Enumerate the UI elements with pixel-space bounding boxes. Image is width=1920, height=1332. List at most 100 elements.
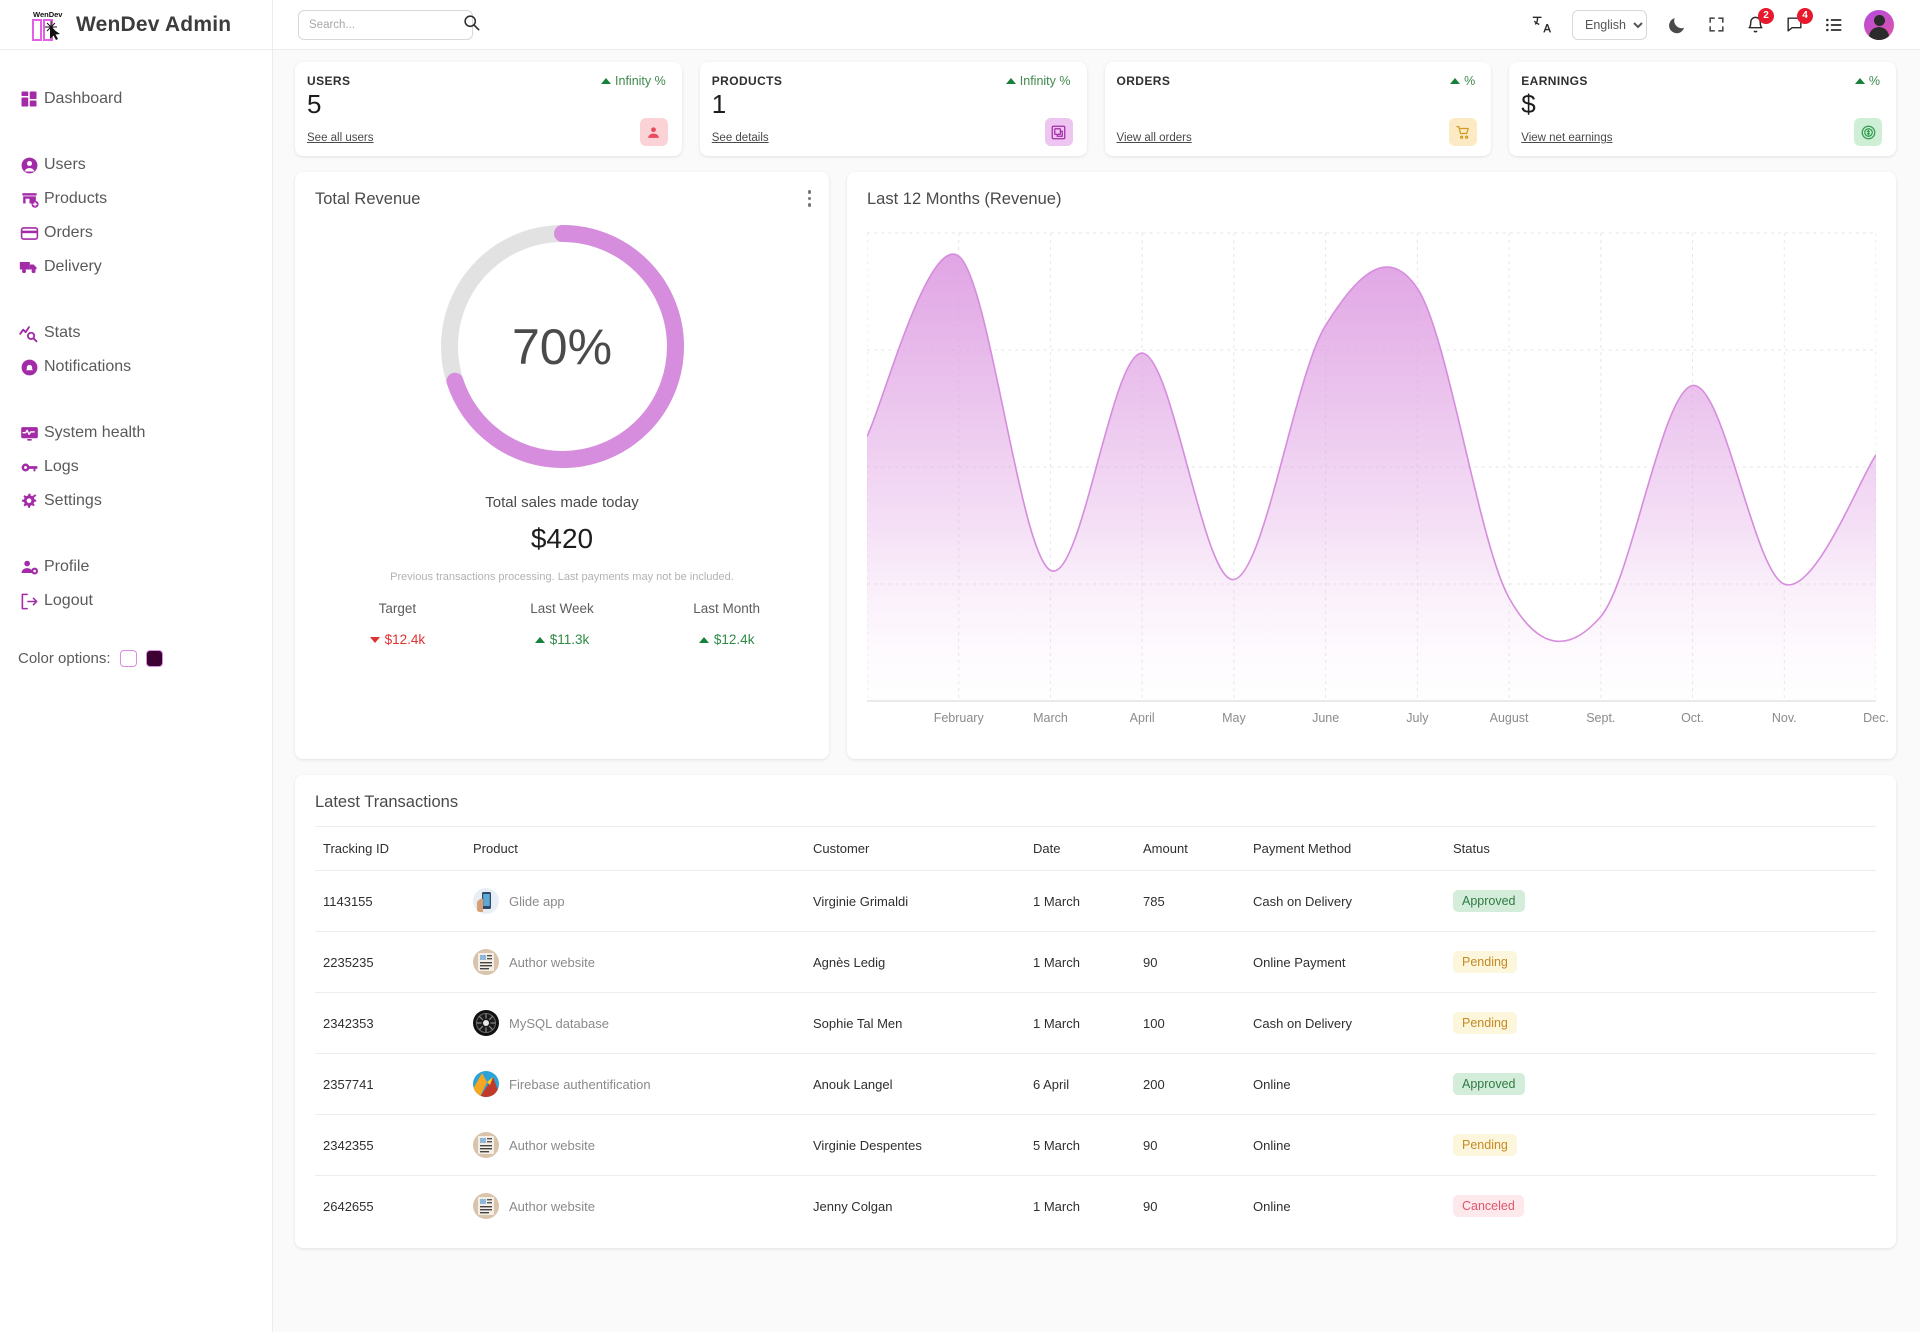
author-site-thumb [473,1132,499,1158]
sidebar-item-delivery[interactable]: Delivery [9,250,272,284]
sidebar-item-notifications[interactable]: Notifications [9,350,272,384]
cell-tracking-id: 2235235 [315,931,465,993]
product-name: Author website [509,1137,595,1153]
sidebar-label: Dashboard [44,90,123,107]
cell-payment-method: Online [1245,1114,1445,1176]
donut-percent-label: 70% [511,318,613,375]
cell-status: Approved [1445,1053,1876,1115]
x-axis-tick-label: August [1489,711,1529,725]
sidebar-item-users[interactable]: Users [9,148,272,182]
sidebar-group-account: Profile Logout [9,550,272,618]
sidebar-item-products[interactable]: Products [9,182,272,216]
sidebar-item-settings[interactable]: Settings [9,484,272,518]
table-row[interactable]: 2342353 MySQL database Sophie Tal Men 1 Mar… [315,992,1876,1054]
table-head: Tracking ID Product Customer Date Amount… [315,826,1876,871]
search-input[interactable] [309,18,463,31]
search-icon[interactable] [463,14,480,36]
stat-link-products[interactable]: See details [712,132,769,144]
cell-date: 6 April [1025,1053,1135,1115]
stat-card-earnings[interactable]: EARNINGS % $ View net earnings [1509,62,1896,156]
dark-theme-swatch[interactable] [145,650,163,667]
cell-amount: 785 [1135,870,1245,932]
caret-up-icon [1854,78,1865,84]
x-axis-tick-label: June [1312,711,1340,725]
sidebar-item-logout[interactable]: Logout [9,584,272,618]
transactions-title: Latest Transactions [315,793,459,811]
color-options-label: Color options: [18,650,111,667]
list-menu-icon[interactable] [1824,15,1844,35]
main-content: USERS Infinity % 5 See all users PRODUCT… [273,50,1920,1332]
brand[interactable]: WenDev WenDev Admin [0,0,273,50]
cell-amount: 200 [1135,1053,1245,1115]
sidebar-label: Delivery [44,258,102,275]
table-row[interactable]: 2342355 Author website Virginie Despentes 5… [315,1114,1876,1176]
sidebar-label: System health [44,424,146,441]
store-add-icon [18,188,40,210]
table-row[interactable]: 2642655 Author website Jenny Colgan 1 March… [315,1176,1876,1237]
stat-trend: % [1854,74,1880,88]
bell-filled-icon [18,356,40,378]
revenue-stat-last-week: Last Week $11.3k [480,601,645,647]
cell-payment-method: Online [1245,1053,1445,1115]
search-box[interactable] [298,9,480,40]
sidebar-item-logs[interactable]: Logs [9,450,272,484]
translate-icon[interactable] [1531,14,1552,35]
more-vertical-icon[interactable] [807,190,811,210]
money-icon [1854,118,1882,146]
stat-value: 5 [307,89,322,119]
stat-link-users[interactable]: See all users [307,132,373,144]
cell-payment-method: Online Payment [1245,931,1445,993]
sidebar-item-profile[interactable]: Profile [9,550,272,584]
total-revenue-title: Total Revenue [315,190,421,208]
cell-payment-method: Cash on Delivery [1245,992,1445,1054]
latest-transactions-card: Latest Transactions Tracking ID Product … [295,775,1896,1248]
table-body: 1143155 Glide app Virginie Grimaldi 1 March… [315,870,1876,1237]
stat-value: 1 [711,89,727,119]
stat-link-earnings[interactable]: View net earnings [1521,132,1612,144]
x-axis-tick-label: Oct. [1681,711,1704,725]
sidebar-item-orders[interactable]: Orders [9,216,272,250]
user-circle-icon [18,154,40,176]
chat-icon[interactable]: 4 [1785,8,1813,34]
stat-label: ORDERS [1116,74,1171,88]
sidebar-item-system-health[interactable]: System health [9,416,272,450]
status-badge: Pending [1453,951,1517,973]
x-axis-tick-label: March [1033,711,1068,725]
area-chart-svg [866,232,1877,702]
status-badge: Canceled [1453,1195,1524,1217]
stat-card-products[interactable]: PRODUCTS Infinity % 1 See details [699,62,1087,156]
stat-link-orders[interactable]: View all orders [1117,132,1192,144]
table-row[interactable]: 1143155 Glide app Virginie Grimaldi 1 March… [315,870,1876,932]
revenue-note: Previous transactions processing. Last p… [390,571,734,583]
table-row[interactable]: 2235235 Author website Agnès Ledig 1 March 9… [315,931,1876,993]
stat-card-users[interactable]: USERS Infinity % 5 See all users [295,62,682,156]
fullscreen-icon[interactable] [1707,15,1726,34]
cell-product: Author website [465,1176,805,1237]
cell-payment-method: Cash on Delivery [1245,870,1445,932]
revenue-stat-value-wrap: $12.4k [315,632,480,647]
language-select[interactable]: English [1572,9,1647,40]
cell-tracking-id: 2642655 [323,1198,374,1214]
sidebar-item-dashboard[interactable]: Dashboard [9,82,272,116]
column-header-date: Date [1025,826,1135,871]
sidebar-item-stats[interactable]: Stats [9,316,272,350]
cell-date: 1 March [1025,870,1135,932]
stat-card-orders[interactable]: ORDERS % View all orders [1104,62,1492,156]
revenue-amount: $420 [530,523,594,554]
column-header-amount: Amount [1135,826,1245,871]
moon-icon[interactable] [1667,15,1687,35]
stat-trend-value: Infinity % [615,74,666,88]
truck-icon [18,256,40,278]
search-container [298,9,480,40]
x-axis-tick-label: April [1129,711,1155,725]
caret-up-icon [1450,78,1461,84]
credit-card-icon [18,222,40,244]
bell-icon[interactable]: 2 [1746,8,1774,34]
header-actions: English 2 4 [1531,8,1920,40]
cell-status: Pending [1445,992,1876,1054]
caret-down-icon [369,636,380,643]
table-row[interactable]: 2357741 Firebase authentification Anouk La… [315,1053,1876,1115]
light-theme-swatch[interactable] [119,650,137,667]
avatar[interactable] [1864,9,1894,40]
column-header-product: Product [465,826,805,871]
